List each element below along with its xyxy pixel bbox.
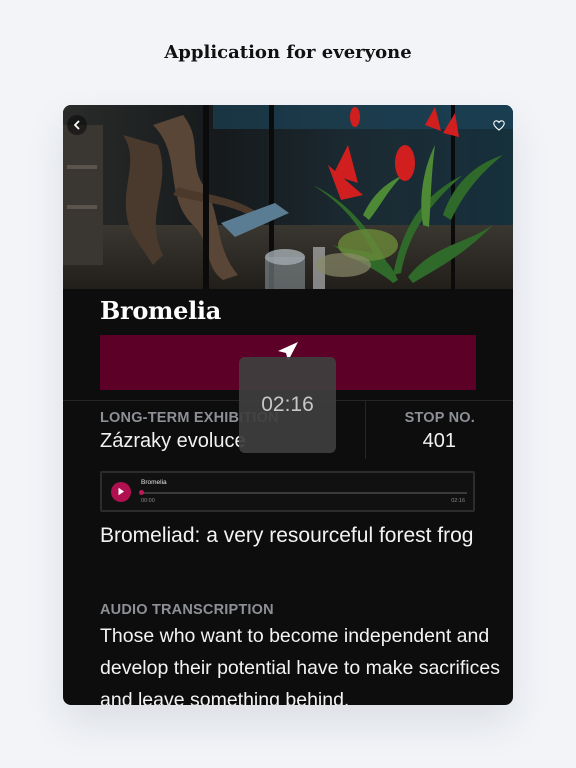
- progress-knob[interactable]: [139, 490, 144, 495]
- stop-number-label: STOP NO.: [404, 410, 475, 426]
- marketing-headline: Application for everyone: [164, 42, 412, 63]
- hero-image: [63, 105, 513, 289]
- stop-number-value: 401: [422, 430, 456, 452]
- transcription-text: Those who want to become independent and…: [100, 625, 500, 705]
- app-screen: Bromelia LONG-TERM EXHIBITION Zázraky ev…: [63, 105, 513, 705]
- chevron-left-icon: [72, 120, 82, 130]
- exhibition-value[interactable]: Zázraky evoluce: [100, 430, 246, 453]
- favorite-button[interactable]: [489, 115, 509, 135]
- back-button[interactable]: [67, 115, 87, 135]
- content-headline: Bromeliad: a very resourceful forest fro…: [100, 524, 474, 547]
- timer-overlay: 02:16: [239, 357, 336, 453]
- current-time: 00:00: [141, 498, 155, 504]
- info-divider-vertical: [365, 401, 366, 459]
- heart-icon: [493, 119, 505, 131]
- stop-title: Bromelia: [100, 296, 221, 325]
- play-icon: [117, 483, 125, 501]
- audio-player: Bromelia 00:00 02:16: [100, 471, 475, 512]
- transcription-label: AUDIO TRANSCRIPTION: [100, 602, 274, 618]
- progress-track[interactable]: [141, 492, 467, 494]
- play-button[interactable]: [111, 482, 131, 502]
- track-title: Bromelia: [141, 479, 167, 486]
- total-time: 02:16: [451, 498, 465, 504]
